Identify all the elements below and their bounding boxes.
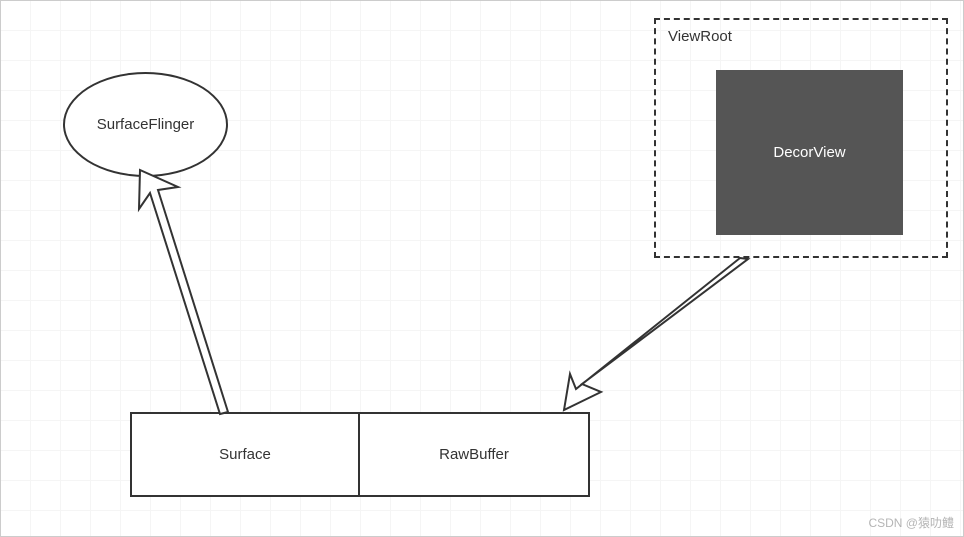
buffer-row: Surface RawBuffer [130, 412, 590, 497]
decorview-label: DecorView [773, 144, 845, 161]
surface-label: Surface [219, 446, 271, 463]
watermark-text: CSDN @猿叻鳢 [868, 514, 954, 531]
arrow-decorview-to-rawbuffer [564, 258, 748, 410]
rawbuffer-label: RawBuffer [439, 446, 509, 463]
surface-box: Surface [130, 412, 360, 497]
rawbuffer-box: RawBuffer [360, 412, 590, 497]
surfaceflinger-label: SurfaceFlinger [97, 116, 195, 133]
arrow-surface-to-flinger [139, 170, 228, 414]
decorview-box: DecorView [716, 70, 903, 235]
viewroot-label: ViewRoot [668, 28, 732, 45]
surfaceflinger-ellipse: SurfaceFlinger [63, 72, 228, 177]
viewroot-container: ViewRoot DecorView [654, 18, 948, 258]
